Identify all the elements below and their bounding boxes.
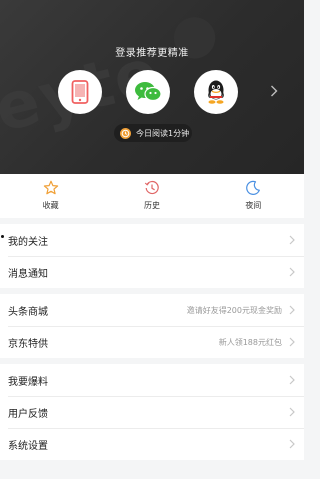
menu-item-label: 京东特供	[8, 338, 48, 350]
star-icon	[42, 179, 60, 197]
menu-item-toutiao-mall[interactable]: 头条商城 邀请好友得200元现金奖励	[0, 294, 304, 326]
menu-item-label: 消息通知	[8, 268, 48, 280]
menu-item-my-follows[interactable]: 我的关注	[0, 224, 304, 256]
more-login-options-button[interactable]	[264, 81, 284, 101]
menu-item-submit-tip[interactable]: 我要爆料	[0, 364, 304, 396]
chevron-right-icon	[288, 375, 296, 385]
brand-watermark-secondary: ●	[163, 0, 225, 70]
menu-group-shopping: 头条商城 邀请好友得200元现金奖励 京东特供 新人领188元红包	[0, 294, 304, 358]
qq-login-button[interactable]	[194, 70, 238, 114]
menu-item-label: 用户反馈	[8, 408, 48, 420]
menu-item-jd-special[interactable]: 京东特供 新人领188元红包	[0, 326, 304, 358]
history-button[interactable]: 历史	[101, 174, 202, 218]
chevron-right-icon	[288, 407, 296, 417]
favorites-label: 收藏	[42, 201, 59, 210]
night-mode-label: 夜间	[245, 201, 262, 210]
menu-item-hint: 新人领188元红包	[218, 337, 282, 347]
wechat-login-button[interactable]	[126, 70, 170, 114]
reading-time-text: 今日阅读1分钟	[136, 128, 190, 138]
moon-icon	[244, 179, 262, 197]
chevron-right-icon	[288, 439, 296, 449]
chevron-right-icon	[271, 85, 278, 97]
history-icon	[143, 179, 161, 197]
menu-group-social: 我的关注 消息通知	[0, 224, 304, 288]
clock-icon	[120, 127, 131, 139]
wechat-icon	[135, 82, 162, 102]
qq-icon	[208, 80, 224, 104]
phone-login-button[interactable]	[58, 70, 102, 114]
quick-actions-bar: 收藏 历史 夜间	[0, 174, 304, 218]
login-header: eyte ● 登录推荐更精准	[0, 0, 304, 174]
menu-item-system-settings[interactable]: 系统设置	[0, 428, 304, 460]
login-title: 登录推荐更精准	[115, 48, 189, 59]
menu-item-label: 头条商城	[8, 306, 48, 318]
chevron-right-icon	[288, 235, 296, 245]
chevron-right-icon	[288, 305, 296, 315]
phone-icon	[71, 80, 89, 104]
menu-item-notifications[interactable]: 消息通知	[0, 256, 304, 288]
chevron-right-icon	[288, 267, 296, 277]
menu-item-label: 系统设置	[8, 440, 48, 452]
menu-group-settings: 我要爆料 用户反馈 系统设置	[0, 364, 304, 460]
menu-item-label: 我要爆料	[8, 376, 48, 388]
favorites-button[interactable]: 收藏	[0, 174, 101, 218]
menu-item-feedback[interactable]: 用户反馈	[0, 396, 304, 428]
chevron-right-icon	[288, 337, 296, 347]
night-mode-button[interactable]: 夜间	[203, 174, 304, 218]
menu-item-label: 我的关注	[8, 236, 48, 248]
menu-item-hint: 邀请好友得200元现金奖励	[186, 305, 282, 315]
reading-time-badge: 今日阅读1分钟	[114, 124, 192, 142]
history-label: 历史	[143, 201, 160, 210]
